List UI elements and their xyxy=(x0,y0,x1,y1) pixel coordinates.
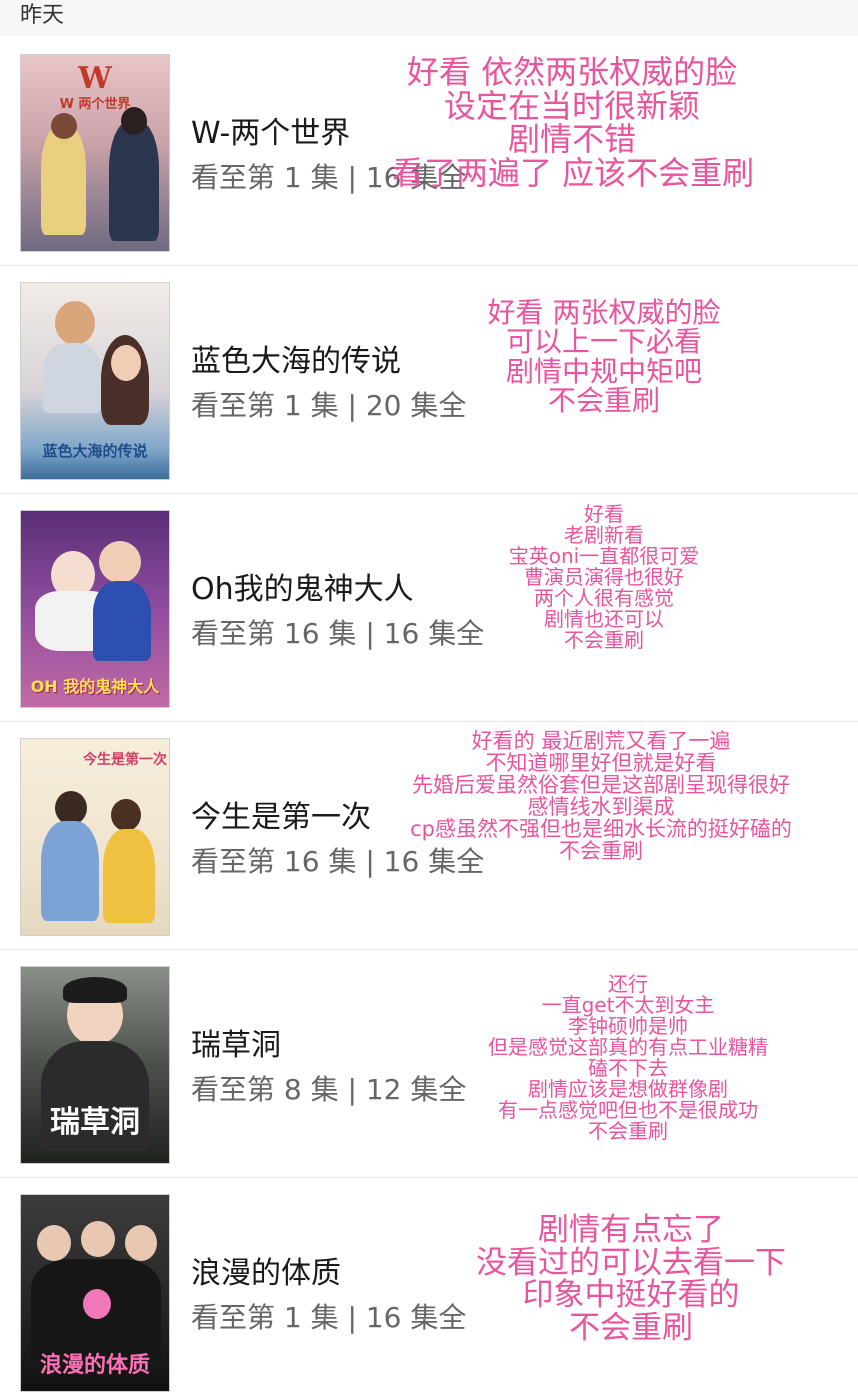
poster-thumbnail[interactable]: 浪漫的体质 xyxy=(20,1194,170,1392)
handwritten-note: 好看 依然两张权威的脸 设定在当时很新颖 剧情不错 看了两遍了 应该不会重刷 xyxy=(392,53,755,192)
show-title[interactable]: 瑞草洞 xyxy=(191,1020,281,1064)
list-item[interactable]: W W 两个世界 W-两个世界 看至第 1 集 | 16 集全 好看 依然两张权… xyxy=(0,38,858,266)
poster-thumbnail[interactable]: W W 两个世界 xyxy=(20,54,170,252)
show-title[interactable]: Oh我的鬼神大人 xyxy=(191,564,414,608)
show-title[interactable]: 今生是第一次 xyxy=(191,792,371,836)
poster-thumbnail[interactable]: 今生是第一次 xyxy=(20,738,170,936)
handwritten-note: 好看的 最近剧荒又看了一遍 不知道哪里好但就是好看 先婚后爱虽然俗套但是这部剧呈现得… xyxy=(410,729,792,864)
date-label: 昨天 xyxy=(20,3,65,28)
show-title[interactable]: 浪漫的体质 xyxy=(191,1248,341,1292)
list-item[interactable]: 浪漫的体质 浪漫的体质 看至第 1 集 | 16 集全 剧情有点忘了 没看过的可以… xyxy=(0,1178,858,1394)
date-section-header: 昨天 xyxy=(0,0,858,36)
watch-progress: 看至第 1 集 | 20 集全 xyxy=(191,389,467,422)
watch-progress: 看至第 8 集 | 12 集全 xyxy=(191,1073,467,1106)
list-item[interactable]: 瑞草洞 瑞草洞 看至第 8 集 | 12 集全 还行 一直get不太到女主 李钟硕帅… xyxy=(0,950,858,1178)
poster-title-text: 浪漫的体质 xyxy=(39,1352,150,1378)
watch-progress: 看至第 16 集 | 16 集全 xyxy=(191,617,485,650)
list-item[interactable]: 蓝色大海的传说 蓝色大海的传说 看至第 1 集 | 20 集全 好看 两张权威的… xyxy=(0,266,858,494)
poster-thumbnail[interactable]: OH 我的鬼神大人 xyxy=(20,510,170,708)
list-item[interactable]: 今生是第一次 今生是第一次 看至第 16 集 | 16 集全 好看的 最近剧荒又… xyxy=(0,722,858,950)
poster-title-text: 蓝色大海的传说 xyxy=(42,442,148,460)
poster-title-text: 今生是第一次 xyxy=(83,752,167,768)
poster-thumbnail[interactable]: 瑞草洞 xyxy=(20,966,170,1164)
poster-title-text: OH 我的鬼神大人 xyxy=(30,677,160,696)
poster-title-text: 瑞草洞 xyxy=(50,1105,140,1140)
handwritten-note: 剧情有点忘了 没看过的可以去看一下 印象中挺好看的 不会重刷 xyxy=(476,1212,786,1346)
handwritten-note: 好看 两张权威的脸 可以上一下必看 剧情中规中矩吧 不会重刷 xyxy=(487,296,721,418)
list-item[interactable]: OH 我的鬼神大人 Oh我的鬼神大人 看至第 16 集 | 16 集全 好看 老剧… xyxy=(0,494,858,722)
show-title[interactable]: W-两个世界 xyxy=(191,108,350,152)
handwritten-note: 还行 一直get不太到女主 李钟硕帅是帅 但是感觉这部真的有点工业糖精 磕不下去 剧情应该… xyxy=(488,972,768,1143)
poster-title-text: W 两个世界 xyxy=(59,97,131,112)
handwritten-note: 好看 老剧新看 宝英oni一直都很可爱 曹演员演得也很好 两个人很有感觉 剧情也还可以 不会… xyxy=(508,502,700,652)
poster-thumbnail[interactable]: 蓝色大海的传说 xyxy=(20,282,170,480)
show-title[interactable]: 蓝色大海的传说 xyxy=(191,336,401,380)
watch-progress: 看至第 1 集 | 16 集全 xyxy=(191,1301,467,1334)
